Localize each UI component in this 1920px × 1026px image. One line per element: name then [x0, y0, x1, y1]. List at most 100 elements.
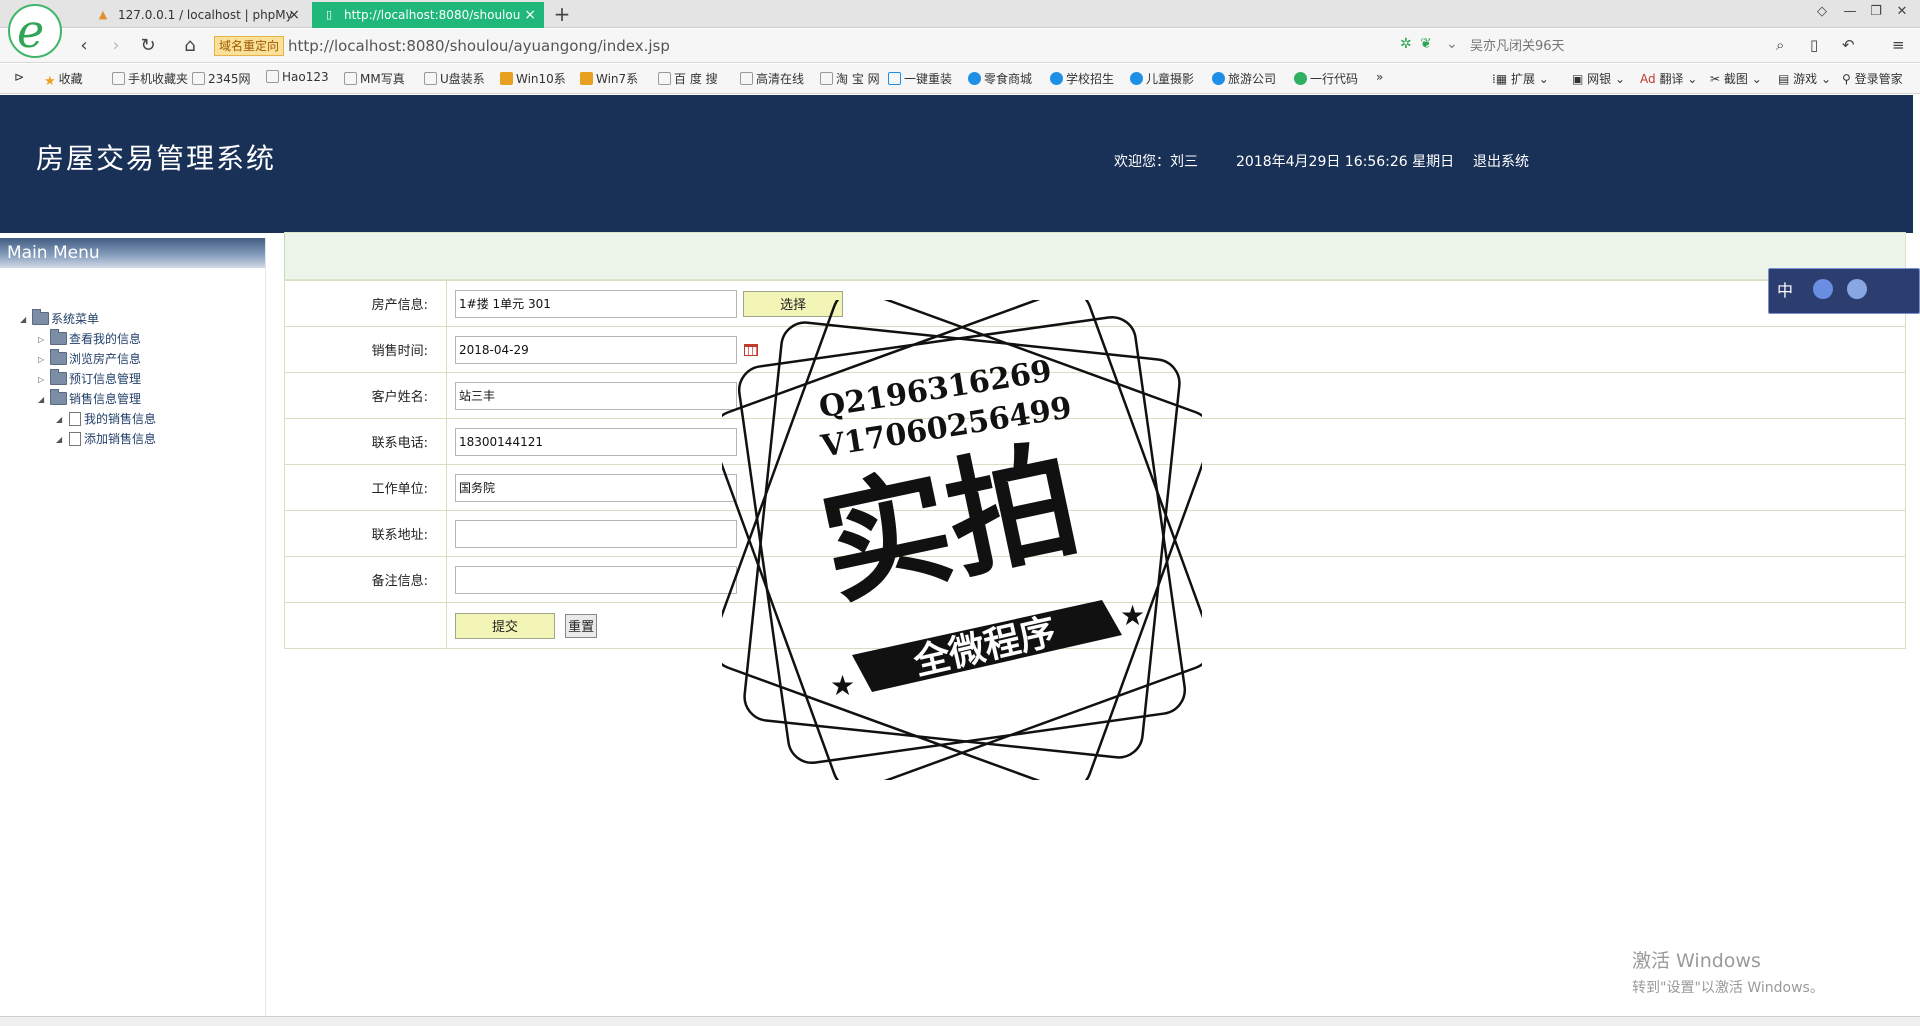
shirt-icon: [1847, 279, 1867, 299]
bookmark-item[interactable]: Win10系: [500, 70, 566, 87]
logout-link[interactable]: 退出系统: [1473, 151, 1529, 171]
m-icon: [1212, 72, 1225, 85]
bookmark-item[interactable]: 儿童摄影: [1130, 70, 1194, 87]
bookmark-item[interactable]: 零食商城: [968, 70, 1032, 87]
tab-label: http://localhost:8080/shoulou: [344, 8, 521, 22]
bookmark-item[interactable]: Hao123: [266, 70, 329, 84]
bookmark-item[interactable]: 百 度 搜: [658, 70, 718, 87]
translate-icon: Ad: [1640, 72, 1660, 86]
sidebar-item-add-sale[interactable]: ◢ 添加销售信息: [56, 430, 156, 448]
bookmark-item[interactable]: 2345网: [192, 70, 251, 87]
sidebar-item-booking[interactable]: ▷ 预订信息管理: [38, 369, 141, 388]
property-input[interactable]: [455, 289, 737, 318]
select-button[interactable]: 选择: [743, 290, 844, 317]
bookmark-item[interactable]: 手机收藏夹: [112, 70, 188, 87]
bank-menu[interactable]: ▣ 网银 ⌄: [1572, 70, 1625, 87]
sidebar-toggle-icon[interactable]: ⊳: [14, 70, 24, 84]
home-icon[interactable]: ⌂: [178, 34, 202, 58]
remarks-input[interactable]: [455, 565, 737, 594]
browser-logo[interactable]: e: [8, 4, 62, 58]
page-icon: [344, 72, 357, 85]
leaf-marker-icon: ◢: [56, 415, 63, 424]
close-window-icon[interactable]: ✕: [1892, 4, 1912, 19]
input-method-widget[interactable]: 中: [1768, 268, 1920, 314]
tab-label: 127.0.0.1 / localhost | phpMy: [118, 8, 293, 22]
back-icon[interactable]: ‹: [72, 34, 96, 58]
extensions-icon: ⁞▦: [1492, 72, 1511, 86]
folder-icon: [50, 349, 67, 365]
bookmark-item[interactable]: 旅游公司: [1212, 70, 1276, 87]
expanded-icon: ◢: [38, 395, 45, 404]
minimize-icon[interactable]: —: [1840, 4, 1860, 19]
refresh-icon[interactable]: ↻: [136, 34, 160, 58]
page-icon: [192, 72, 205, 85]
bookmark-item[interactable]: 淘 宝 网: [820, 70, 880, 87]
url-input[interactable]: [288, 33, 1388, 59]
bookmark-item[interactable]: Win7系: [580, 70, 638, 87]
form-row-customer: 客户姓名:: [284, 372, 1906, 419]
windows-activation: 激活 Windows 转到"设置"以激活 Windows。: [1632, 946, 1824, 997]
collapsed-icon: ▷: [38, 355, 45, 364]
sidebar-item-my-sales[interactable]: ◢ 我的销售信息: [56, 410, 156, 428]
main-content: 房产信息: 选择 销售时间: 客户姓名: 联系电话:: [284, 232, 1906, 649]
bookmark-icon[interactable]: ▯: [1810, 36, 1818, 54]
security-icon[interactable]: ✲: [1400, 36, 1412, 52]
close-icon[interactable]: ×: [288, 2, 300, 28]
work-unit-input[interactable]: [455, 473, 737, 502]
bookmark-item[interactable]: U盘装系: [424, 70, 485, 87]
bookmarks-more[interactable]: »: [1376, 70, 1383, 84]
new-tab-button[interactable]: +: [550, 2, 574, 26]
restore-icon[interactable]: ❐: [1866, 4, 1886, 19]
shirt-icon[interactable]: ◇: [1812, 4, 1832, 19]
bookmark-item[interactable]: 学校招生: [1050, 70, 1114, 87]
phone-label: 联系电话:: [284, 418, 447, 465]
bookmark-item[interactable]: 一行代码: [1294, 70, 1358, 87]
bookmark-item[interactable]: 一键重装: [888, 70, 952, 87]
windows-icon: [500, 72, 513, 85]
form-row-phone: 联系电话:: [284, 418, 1906, 465]
p-icon: [1294, 72, 1307, 85]
bookmark-item[interactable]: 高清在线: [740, 70, 804, 87]
undo-icon[interactable]: ↶: [1842, 36, 1855, 54]
key-icon: ⚲: [1842, 72, 1855, 86]
extensions-menu[interactable]: ⁞▦ 扩展 ⌄: [1492, 70, 1549, 87]
tab-phpmyadmin[interactable]: ▲ 127.0.0.1 / localhost | phpMy ×: [86, 2, 308, 28]
leaf-marker-icon: ◢: [56, 435, 63, 444]
bookmark-item[interactable]: ★ 收藏: [44, 70, 83, 88]
datetime-text: 2018年4月29日 16:56:26 星期日: [1236, 154, 1455, 170]
calendar-icon[interactable]: [744, 343, 759, 356]
phone-input[interactable]: [455, 427, 737, 456]
chevron-down-icon[interactable]: ⌄: [1446, 36, 1458, 52]
address-label: 联系地址:: [284, 510, 447, 557]
translate-menu[interactable]: Ad 翻译 ⌄: [1640, 70, 1697, 87]
form-row-work-unit: 工作单位:: [284, 464, 1906, 511]
address-input[interactable]: [455, 519, 737, 548]
redirect-badge[interactable]: 域名重定向: [214, 36, 285, 56]
sidebar-item-my-info[interactable]: ▷ 查看我的信息: [38, 329, 141, 348]
sidebar-item-sales[interactable]: ◢ 销售信息管理: [38, 389, 141, 408]
tab-localhost[interactable]: ▯ http://localhost:8080/shoulou ×: [312, 2, 544, 28]
sale-date-input[interactable]: [455, 335, 737, 364]
sale-form: 房产信息: 选择 销售时间: 客户姓名: 联系电话:: [284, 280, 1906, 649]
submit-button[interactable]: 提交: [455, 612, 555, 639]
close-icon[interactable]: ×: [524, 2, 536, 28]
page-icon: [112, 72, 125, 85]
search-input[interactable]: [1470, 33, 1770, 59]
tree-root[interactable]: ◢ 系统菜单: [20, 309, 99, 328]
forward-icon[interactable]: ›: [104, 34, 128, 58]
search-icon[interactable]: ⌕: [1776, 36, 1784, 54]
games-menu[interactable]: ▤ 游戏 ⌄: [1778, 70, 1831, 87]
tab-strip: ▲ 127.0.0.1 / localhost | phpMy × ▯ http…: [0, 0, 1920, 28]
leaf-icon[interactable]: ❦: [1420, 36, 1432, 52]
bookmark-item[interactable]: MM写真: [344, 70, 405, 87]
screenshot-menu[interactable]: ✂ 截图 ⌄: [1710, 70, 1762, 87]
menu-icon[interactable]: ≡: [1892, 36, 1905, 54]
m-icon: [968, 72, 981, 85]
sidebar-item-browse-property[interactable]: ▷ 浏览房产信息: [38, 349, 141, 368]
login-manager[interactable]: ⚲ 登录管家: [1842, 70, 1903, 87]
customer-name-input[interactable]: [455, 381, 737, 410]
reset-button[interactable]: 重置: [565, 613, 598, 638]
welcome-text: 欢迎您：刘三: [1114, 154, 1198, 170]
bank-icon: ▣: [1572, 72, 1588, 86]
m-icon: [1130, 72, 1143, 85]
